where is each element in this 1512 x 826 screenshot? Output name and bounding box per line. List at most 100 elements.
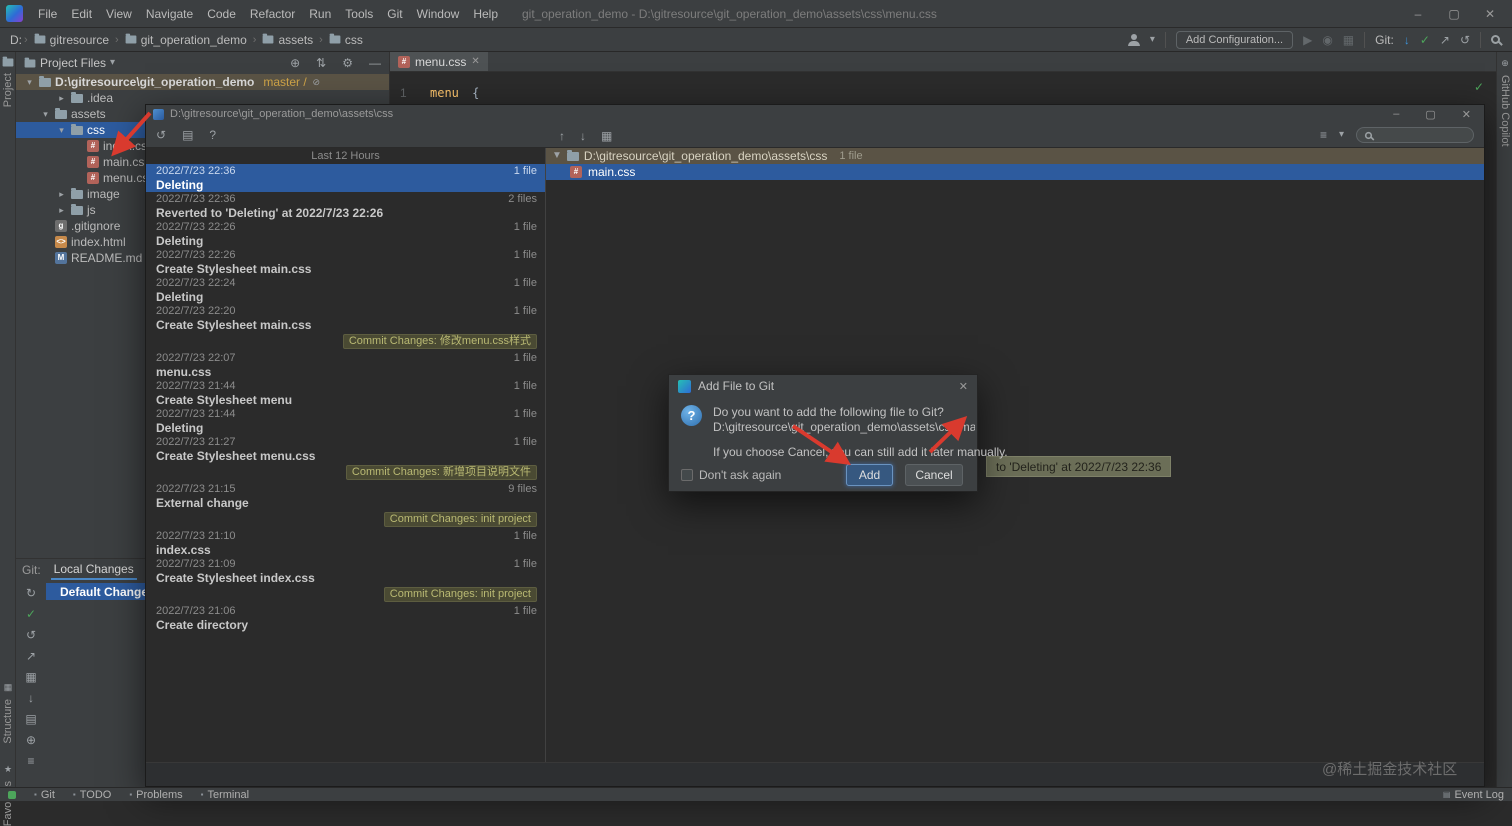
group-by-icon[interactable]: ▦ [25,671,36,683]
gear-icon[interactable]: ⚙ [342,57,353,69]
chevron-icon[interactable]: ▾ [56,125,67,136]
next-difference-icon[interactable]: ↓ [580,130,586,142]
menu-help[interactable]: Help [466,0,505,28]
checkbox-icon[interactable] [681,469,693,481]
commit-icon[interactable]: ✓ [1420,34,1430,46]
update-project-icon[interactable]: ↓ [1404,34,1410,46]
history-entry[interactable]: 2022/7/23 22:36 2 files Reverted to 'Delet… [146,192,545,220]
breadcrumb-css[interactable]: css [329,33,363,47]
maximize-icon[interactable]: ▢ [1425,108,1435,121]
shelve-icon[interactable]: ↗ [26,650,36,662]
dialog-titlebar[interactable]: Add File to Git ✕ [669,375,977,397]
tab-menu-css[interactable]: # menu.css ✕ [390,52,488,71]
history-entry[interactable]: 2022/7/23 21:10 1 file index.css [146,529,545,557]
history-entry[interactable]: 2022/7/23 22:24 1 file Deleting [146,276,545,304]
code-line[interactable]: menu { [430,86,479,100]
chevron-icon[interactable]: ▸ [56,93,67,104]
run-icon[interactable]: ▶ [1303,34,1312,46]
maximize-icon[interactable]: ▢ [1436,7,1472,21]
event-log-button[interactable]: ▤ Event Log [1443,789,1504,801]
revert-icon[interactable]: ↺ [156,129,166,141]
tab-local-changes[interactable]: Local Changes [50,560,137,580]
patch-icon[interactable]: ▤ [25,713,36,725]
diff-settings-icon[interactable]: ▦ [601,130,612,142]
menu-code[interactable]: Code [200,0,243,28]
add-button[interactable]: Add [846,464,893,486]
search-icon[interactable] [1491,35,1500,44]
history-entry[interactable]: 2022/7/23 21:06 1 file Create directory [146,604,545,632]
user-icon[interactable] [1127,33,1140,46]
chevron-down-icon[interactable]: ▾ [1150,34,1155,45]
menu-file[interactable]: File [31,0,64,28]
copilot-tool-button[interactable]: ⊕ GitHub Copilot [1497,58,1512,147]
minimize-icon[interactable]: – [1393,108,1399,121]
file-pane-header[interactable]: ▼ D:\gitresource\git_operation_demo\asse… [546,148,1484,164]
chevron-icon[interactable]: ▸ [56,189,67,200]
history-entry[interactable]: 2022/7/23 21:44 1 file Deleting [146,407,545,435]
refresh-icon[interactable]: ↻ [26,587,36,599]
help-icon[interactable]: ? [209,129,216,141]
structure-tool-button[interactable]: ▦ Structure [0,682,16,744]
breadcrumb-gitresource[interactable]: gitresource [34,33,109,47]
collapse-all-icon[interactable]: ⇅ [316,57,326,69]
statusbar-item-terminal[interactable]: ▪ Terminal [201,789,249,801]
tree-item-root[interactable]: ▾ D:\gitresource\git_operation_demo mast… [16,74,389,90]
menu-refactor[interactable]: Refactor [243,0,302,28]
add-configuration-button[interactable]: Add Configuration... [1175,30,1294,49]
commit-icon[interactable]: ✓ [26,608,36,620]
rollback-icon[interactable]: ↺ [26,629,36,641]
history-entry[interactable]: 2022/7/23 22:20 1 file Create Stylesheet m… [146,304,545,332]
get-icon[interactable]: ↓ [28,692,34,704]
menu-navigate[interactable]: Navigate [139,0,200,28]
breadcrumb-git_operation_demo[interactable]: git_operation_demo [125,33,247,47]
rollback-icon[interactable]: ↺ [1460,34,1470,46]
chevron-down-icon[interactable]: ▾ [110,58,115,68]
expand-icon[interactable]: ≡ [27,755,34,767]
previous-difference-icon[interactable]: ↑ [559,130,565,142]
menu-tools[interactable]: Tools [338,0,380,28]
close-icon[interactable]: ✕ [1462,108,1471,121]
hide-panel-icon[interactable]: — [369,57,381,69]
menu-view[interactable]: View [99,0,139,28]
history-entry[interactable]: 2022/7/23 21:15 9 files External change [146,482,545,510]
menu-window[interactable]: Window [410,0,467,28]
expand-all-icon[interactable]: ≡ [1320,129,1327,141]
history-entry[interactable]: 2022/7/23 21:09 1 file Create Stylesheet i… [146,557,545,585]
close-tab-icon[interactable]: ✕ [471,56,479,67]
history-entry[interactable]: 2022/7/23 22:26 1 file Create Stylesheet m… [146,248,545,276]
statusbar-item-git[interactable]: ▪ Git [34,789,55,801]
collapse-all-icon[interactable]: ▾ [1339,130,1344,140]
history-entry[interactable]: 2022/7/23 21:44 1 file Create Stylesheet m… [146,379,545,407]
debug-icon[interactable]: ◉ [1322,34,1332,46]
history-entry[interactable]: 2022/7/23 22:26 1 file Deleting [146,220,545,248]
history-entry[interactable]: 2022/7/23 22:36 1 file Deleting [146,164,545,192]
menu-edit[interactable]: Edit [64,0,99,28]
history-search-field[interactable] [1356,127,1474,143]
breadcrumb-assets[interactable]: assets [262,33,313,47]
menu-run[interactable]: Run [302,0,338,28]
chevron-down-icon[interactable]: ▾ [24,77,35,88]
statusbar-item-todo[interactable]: ▪ TODO [73,789,111,801]
close-icon[interactable]: ✕ [959,380,968,393]
history-entry[interactable]: 2022/7/23 21:27 1 file Create Stylesheet m… [146,435,545,463]
cancel-button[interactable]: Cancel [905,464,963,486]
file-row-main-css[interactable]: # main.css [546,164,1484,180]
history-entry[interactable]: 2022/7/23 22:07 1 file menu.css [146,351,545,379]
drive-crumb[interactable]: D: [10,33,22,47]
profiler-icon[interactable]: ▦ [1343,34,1354,46]
statusbar-item-problems[interactable]: ▪ Problems [129,789,182,801]
menu-git[interactable]: Git [380,0,409,28]
create-patch-icon[interactable]: ▤ [182,129,193,141]
preview-icon[interactable]: ⊕ [26,734,36,746]
close-icon[interactable]: ✕ [1472,7,1508,21]
minimize-icon[interactable]: – [1400,7,1436,21]
inspections-ok-icon[interactable]: ✓ [1474,80,1484,94]
chevron-icon[interactable]: ▾ [40,109,51,120]
push-icon[interactable]: ↗ [1440,34,1450,46]
project-view-selector[interactable]: Project Files [40,56,106,70]
chevron-icon[interactable]: ▸ [56,205,67,216]
history-window-titlebar[interactable]: D:\gitresource\git_operation_demo\assets… [146,105,1484,123]
locate-file-icon[interactable]: ⊕ [290,57,300,69]
dont-ask-again-checkbox[interactable]: Don't ask again [681,468,781,482]
project-tool-button[interactable]: Project [0,56,16,107]
